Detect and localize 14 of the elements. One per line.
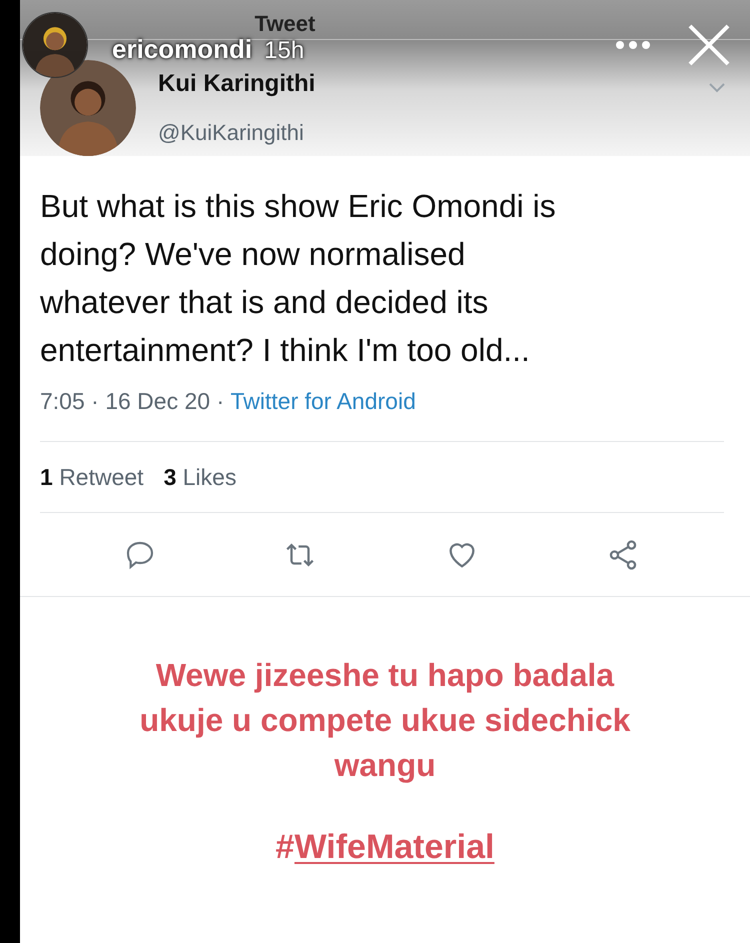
- hashtag-link[interactable]: #WifeMaterial: [276, 822, 494, 873]
- story-username[interactable]: ericomondi: [112, 30, 252, 69]
- more-icon[interactable]: [615, 40, 651, 50]
- tweet-stat[interactable]: 3 Likes: [164, 460, 236, 494]
- tweet-timestamp: 7:05 · 16 Dec 20 ·: [40, 387, 226, 416]
- tweet-text: But what is this show Eric Omondi is doing? We've now normalised whatever that is and decided its entertainment? I think I'm too old...: [40, 187, 557, 370]
- screen-title: Tweet: [254, 13, 316, 38]
- tweet-source-link[interactable]: Twitter for Android: [230, 384, 416, 418]
- author-handle[interactable]: @KuiKaringithi: [158, 116, 708, 149]
- tweet-stat[interactable]: 1 Retweet: [40, 460, 144, 494]
- author-name[interactable]: Kui Karingithi: [158, 66, 708, 102]
- close-icon[interactable]: [688, 24, 730, 66]
- story-age: 15h: [264, 36, 304, 66]
- caption-text: Wewe jizeeshe tu hapo badala ukuje u compete ukue sidechick wangu: [138, 656, 632, 785]
